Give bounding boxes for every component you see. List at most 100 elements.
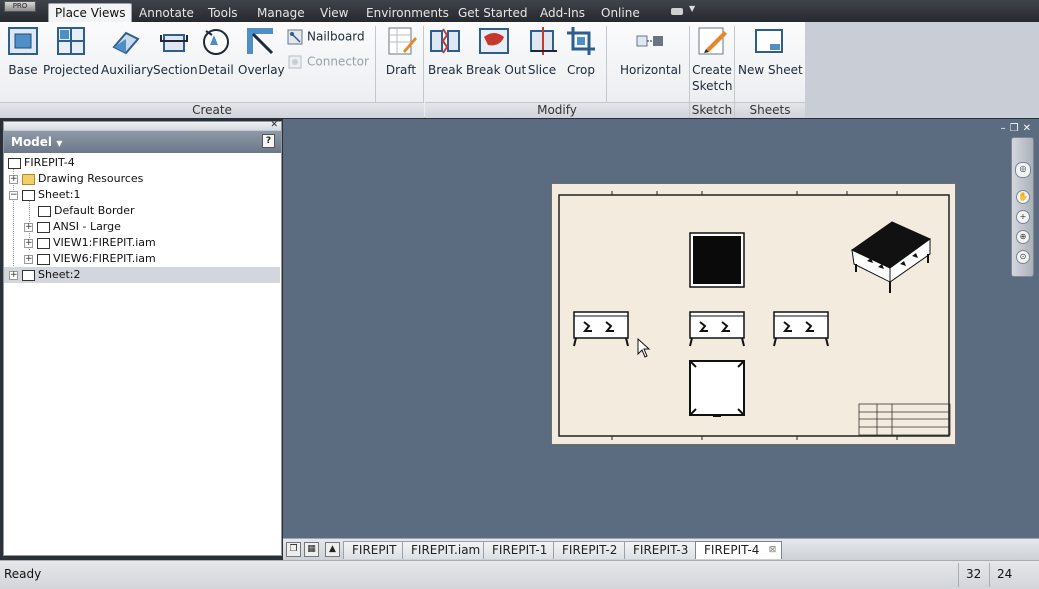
- tree-node-selected[interactable]: + Sheet:2: [4, 267, 280, 283]
- break-out-icon: [479, 28, 509, 54]
- expand-icon[interactable]: +: [24, 238, 33, 248]
- titleblock-icon: [37, 221, 50, 233]
- folder-icon: [22, 173, 35, 185]
- auxiliary-view-button[interactable]: Auxiliary: [101, 25, 153, 78]
- doc-tab[interactable]: FIREPIT-1: [483, 541, 557, 559]
- tab-add-ins[interactable]: Add-Ins: [540, 4, 585, 22]
- help-icon[interactable]: ?: [262, 134, 275, 148]
- close-icon[interactable]: ✕: [1023, 123, 1035, 134]
- drawing-icon: [8, 157, 21, 169]
- browser-header[interactable]: Model ▼ ?: [4, 131, 281, 153]
- title-block[interactable]: [858, 403, 951, 436]
- nailboard-icon: [287, 29, 303, 45]
- pan-icon[interactable]: ✋: [1016, 190, 1030, 204]
- left-view[interactable]: [573, 311, 629, 347]
- draft-view-button[interactable]: Draft: [383, 25, 419, 78]
- expand-icon[interactable]: +: [24, 254, 33, 264]
- mouse-cursor-icon: [637, 338, 651, 358]
- browser-grip[interactable]: ✕: [4, 120, 281, 131]
- window-controls[interactable]: –❐✕: [1001, 123, 1035, 134]
- create-panel-title: Create: [0, 102, 424, 118]
- tab-place-views[interactable]: Place Views: [48, 3, 133, 23]
- sketch-panel-title: Sketch: [690, 102, 734, 118]
- tree-node[interactable]: − Sheet:1: [9, 187, 81, 203]
- tree-node[interactable]: + Drawing Resources: [9, 171, 143, 187]
- browser-title[interactable]: Model: [11, 135, 52, 149]
- doc-tab-active[interactable]: FIREPIT-4 ⊠: [695, 541, 783, 559]
- chevron-down-icon[interactable]: ▼: [689, 4, 695, 13]
- cascade-windows-icon[interactable]: ❐: [286, 542, 301, 557]
- expand-icon[interactable]: +: [9, 270, 18, 280]
- create-sketch-button[interactable]: Create Sketch: [692, 25, 732, 94]
- drawing-sheet[interactable]: [551, 183, 956, 445]
- expand-icon[interactable]: +: [9, 174, 18, 184]
- tab-annotate[interactable]: Annotate: [139, 4, 194, 22]
- top-view[interactable]: [689, 232, 745, 288]
- tab-tools[interactable]: Tools: [208, 4, 238, 22]
- model-browser: ✕ Model ▼ ? FIREPIT-4 + Drawing Resources…: [3, 120, 282, 556]
- new-sheet-button[interactable]: New Sheet: [738, 25, 803, 78]
- front-view[interactable]: [689, 311, 745, 347]
- projected-view-button[interactable]: Projected: [43, 25, 99, 78]
- overlay-view-button[interactable]: Overlay: [238, 25, 285, 78]
- app-badge[interactable]: PRO: [4, 1, 36, 12]
- tree-node[interactable]: Default Border: [38, 203, 135, 219]
- drawing-views: [558, 191, 951, 440]
- close-icon[interactable]: ✕: [270, 120, 278, 130]
- doc-tab[interactable]: FIREPIT-2: [553, 541, 627, 559]
- modify-panel-title: Modify: [425, 102, 689, 118]
- tab-online[interactable]: Online: [601, 4, 640, 22]
- create-sketch-icon: [698, 27, 727, 55]
- detail-view-icon: [203, 29, 229, 55]
- tile-windows-icon[interactable]: ▦: [304, 542, 319, 557]
- projected-view-icon: [57, 27, 85, 55]
- tree-node[interactable]: + ANSI - Large: [24, 219, 121, 235]
- break-out-button[interactable]: Break Out: [466, 25, 526, 78]
- minimize-icon[interactable]: –: [1001, 123, 1010, 134]
- nailboard-button[interactable]: Nailboard: [287, 29, 365, 45]
- collapse-icon[interactable]: −: [9, 190, 18, 200]
- ribbon: Base Projected Auxiliary Section Detail …: [0, 22, 805, 118]
- horizontal-button[interactable]: Horizontal: [620, 25, 681, 78]
- status-count-2: 24: [997, 567, 1013, 581]
- doc-tab[interactable]: FIREPIT.iam: [402, 541, 490, 559]
- close-tab-icon[interactable]: ⊠: [769, 542, 777, 559]
- bottom-view[interactable]: [689, 360, 745, 417]
- tab-list-icon[interactable]: ▲: [325, 542, 340, 557]
- slice-icon: [530, 27, 557, 55]
- break-button[interactable]: Break: [428, 25, 463, 78]
- zoom-window-icon[interactable]: ⊙: [1016, 250, 1030, 264]
- doc-tab[interactable]: FIREPIT-3: [624, 541, 698, 559]
- zoom-all-icon[interactable]: ⊕: [1016, 230, 1030, 244]
- tree-node[interactable]: + VIEW6:FIREPIT.iam: [24, 251, 156, 267]
- tab-manage[interactable]: Manage: [257, 4, 305, 22]
- restore-icon[interactable]: ❐: [1010, 123, 1023, 134]
- expand-icon[interactable]: +: [24, 222, 33, 232]
- auxiliary-view-icon: [112, 31, 140, 55]
- ribbon-empty-area: [805, 22, 1039, 118]
- connector-button[interactable]: Connector: [287, 54, 369, 70]
- tree-node[interactable]: + VIEW1:FIREPIT.iam: [24, 235, 156, 251]
- crop-button[interactable]: Crop: [565, 25, 597, 78]
- status-separator: [989, 563, 990, 587]
- zoom-icon[interactable]: +: [1016, 210, 1030, 224]
- right-view[interactable]: [773, 311, 829, 347]
- tree-node[interactable]: FIREPIT-4: [8, 155, 75, 171]
- chevron-down-icon[interactable]: ▼: [56, 139, 62, 148]
- status-separator: [958, 563, 959, 587]
- ribbon-display-icon[interactable]: [671, 8, 683, 15]
- tab-environments[interactable]: Environments: [366, 4, 449, 22]
- tab-get-started[interactable]: Get Started: [458, 4, 528, 22]
- graphics-canvas[interactable]: –❐✕ ◎ ✋ + ⊕ ⊙: [283, 119, 1039, 538]
- doc-tab[interactable]: FIREPIT: [343, 541, 406, 559]
- detail-view-button[interactable]: Detail: [198, 25, 234, 78]
- iso-view[interactable]: [851, 221, 931, 293]
- sheet-icon: [22, 269, 35, 281]
- status-count-1: 32: [966, 567, 982, 581]
- slice-button[interactable]: Slice: [527, 25, 557, 78]
- steering-wheel-icon[interactable]: ◎: [1015, 162, 1031, 178]
- tab-view[interactable]: View: [320, 4, 348, 22]
- base-view-button[interactable]: Base: [6, 25, 40, 78]
- section-view-button[interactable]: Section: [153, 25, 198, 78]
- section-view-icon: [160, 34, 188, 52]
